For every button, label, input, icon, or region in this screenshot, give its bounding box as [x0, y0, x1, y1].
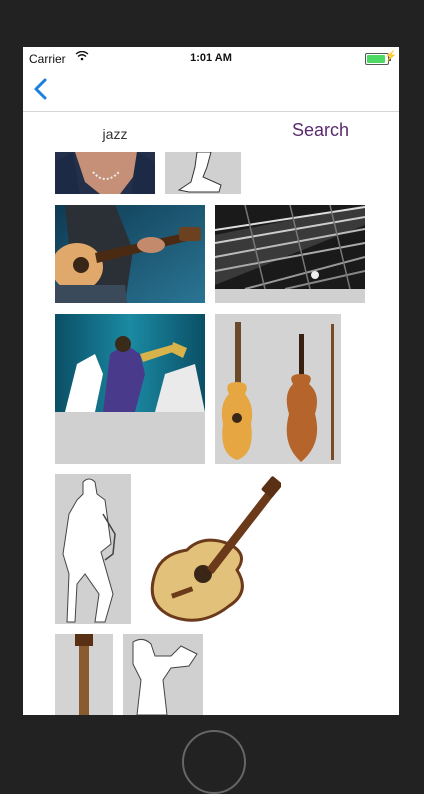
result-guitar-strings[interactable]	[215, 205, 365, 303]
phone-screen: Carrier 1:01 AM ⚡ Search	[23, 47, 399, 715]
chevron-left-icon	[34, 78, 47, 100]
search-input[interactable]	[43, 122, 187, 146]
result-saxophone-player[interactable]	[55, 474, 131, 624]
result-guitar-violin[interactable]	[215, 314, 341, 464]
result-trumpet-player[interactable]	[123, 634, 203, 715]
guitar-player-image	[55, 205, 205, 303]
navigation-bar	[23, 67, 399, 112]
status-bar: Carrier 1:01 AM ⚡	[23, 47, 399, 67]
guitar-neck-image	[55, 634, 113, 715]
status-time: 1:01 AM	[190, 52, 232, 64]
guitar-violin-image	[215, 314, 341, 464]
result-jazz-singer[interactable]	[55, 152, 155, 194]
back-button[interactable]	[31, 77, 53, 101]
result-saxophone-silhouette-top[interactable]	[165, 152, 241, 194]
trumpet-player-image	[132, 638, 198, 715]
home-button[interactable]	[182, 730, 246, 794]
search-bar: Search	[23, 112, 399, 152]
result-guitar-player[interactable]	[55, 205, 205, 303]
charging-icon: ⚡	[384, 51, 397, 62]
acoustic-guitar-image	[150, 476, 283, 622]
search-button[interactable]: Search	[292, 120, 349, 141]
jazz-band-image	[55, 314, 205, 412]
jazz-singer-image	[55, 152, 155, 194]
result-guitar-neck[interactable]	[55, 634, 113, 715]
result-jazz-band[interactable]	[55, 314, 205, 464]
saxophone-player-image	[62, 478, 116, 623]
guitar-strings-image	[215, 205, 365, 289]
silhouette-image	[177, 152, 222, 193]
result-acoustic-guitar[interactable]	[141, 474, 283, 624]
